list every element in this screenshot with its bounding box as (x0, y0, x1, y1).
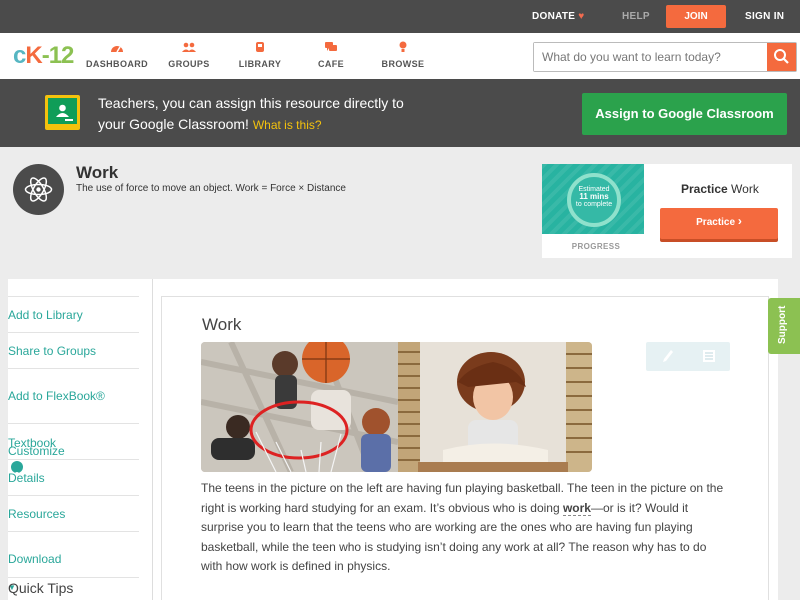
sidebar-item-details[interactable]: Details (8, 459, 139, 488)
search-bar (533, 42, 797, 72)
sidebar-item-label: Share to Groups (8, 344, 97, 358)
section-title: Work (202, 315, 242, 334)
sidebar-item-resources[interactable]: Resources (8, 495, 139, 524)
dashboard-icon (111, 46, 123, 53)
practice-heading-bold: Practice (681, 182, 728, 196)
nav-groups[interactable]: GROUPS (154, 41, 224, 69)
quick-tips-label: Quick Tips (8, 580, 74, 596)
groups-icon (182, 42, 196, 52)
sidebar-item-add-to-library[interactable]: Add to Library (8, 296, 139, 325)
sign-in-link[interactable]: SIGN IN (745, 11, 784, 22)
nav-library-label: LIBRARY (238, 59, 282, 69)
logo-num: 12 (48, 42, 75, 69)
concept-description: The use of force to move an object. Work… (76, 183, 346, 194)
atom-icon (13, 164, 64, 215)
support-tab[interactable]: Support (768, 298, 800, 354)
practice-card: Estimated 11 mins to complete PROGRESS P… (542, 164, 792, 258)
heart-icon: ♥ (578, 11, 585, 22)
basketball-photo (201, 342, 398, 472)
logo-k: K (25, 42, 42, 69)
notes-icon[interactable] (702, 349, 716, 363)
nav-bar: cK-12 DASHBOARD GROUPS LIBRARY CAFE BROW… (0, 33, 800, 79)
flexbook-label-line-1: Add to FlexBook® (8, 389, 105, 403)
ck12-logo[interactable]: cK-12 (13, 42, 75, 70)
sidebar-item-share-to-groups[interactable]: Share to Groups (8, 332, 139, 361)
search-icon (774, 49, 789, 64)
work-keyword-link[interactable]: work (562, 500, 591, 516)
practice-button-label: Practice (696, 217, 736, 228)
nav-browse-label: BROWSE (381, 59, 425, 69)
logo-c: c (13, 42, 26, 69)
progress-image: Estimated 11 mins to complete (542, 164, 644, 234)
lesson-paragraph: The teens in the picture on the left are… (201, 479, 731, 577)
sidebar-item-label: Add to Library (8, 308, 83, 322)
assign-to-google-classroom-button[interactable]: Assign to Google Classroom (582, 93, 787, 135)
donate-label: DONATE (532, 11, 576, 22)
what-is-this-link[interactable]: What is this? (253, 118, 322, 132)
support-label: Support (777, 305, 788, 344)
estimate-complete-label: to complete (575, 201, 613, 208)
classroom-banner-text: Teachers, you can assign this resource d… (98, 93, 404, 136)
nav-dashboard[interactable]: DASHBOARD (82, 41, 152, 69)
logo-dash: - (41, 42, 50, 69)
nav-browse[interactable]: BROWSE (368, 41, 438, 69)
donate-link[interactable]: DONATE ♥ (532, 11, 585, 22)
cafe-icon (325, 42, 337, 51)
annotation-toolbar (646, 342, 730, 371)
nav-library[interactable]: LIBRARY (225, 41, 295, 69)
practice-heading: Practice Work (681, 182, 759, 196)
concept-title: Work (76, 163, 119, 182)
top-bar: DONATE ♥ HELP JOIN SIGN IN (0, 0, 800, 33)
nav-cafe[interactable]: CAFE (296, 41, 366, 69)
sidebar-item-label: Resources (8, 507, 66, 521)
library-icon (256, 42, 264, 52)
progress-estimate-circle: Estimated 11 mins to complete (567, 173, 621, 227)
customize-label: Customize (8, 444, 65, 458)
practice-heading-topic: Work (727, 182, 759, 196)
estimate-minutes: 11 mins (579, 192, 609, 201)
chevron-right-icon: › (737, 214, 742, 228)
nav-dashboard-label: DASHBOARD (85, 59, 149, 69)
help-link[interactable]: HELP (622, 11, 650, 22)
search-input[interactable] (534, 43, 766, 71)
quick-tips-heading[interactable]: Quick Tips (8, 577, 139, 596)
browse-icon (399, 41, 407, 52)
banner-line-2: your Google Classroom! (98, 116, 249, 132)
practice-button[interactable]: Practice › (660, 208, 778, 239)
nav-cafe-label: CAFE (317, 59, 345, 69)
studying-photo (398, 342, 592, 472)
sidebar-item-label: Details (8, 471, 45, 485)
google-classroom-icon (45, 95, 80, 130)
pencil-icon[interactable] (662, 349, 674, 364)
download-label: Download (8, 552, 62, 566)
progress-label: PROGRESS (571, 242, 621, 251)
banner-line-1: Teachers, you can assign this resource d… (98, 95, 404, 111)
join-button[interactable]: JOIN (666, 5, 726, 28)
nav-groups-label: GROUPS (168, 59, 210, 69)
search-button[interactable] (767, 43, 796, 71)
